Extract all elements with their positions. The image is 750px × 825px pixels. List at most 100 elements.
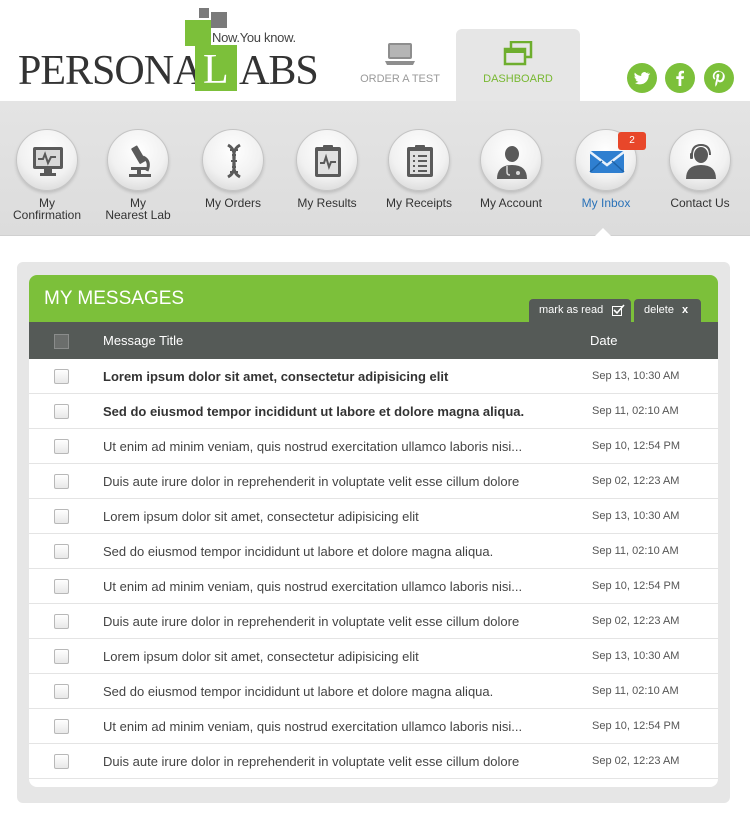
- nav-label-my-results: My Results: [297, 196, 357, 210]
- messages-title: MY MESSAGES: [44, 288, 185, 309]
- inbox-count-badge: 2: [618, 132, 646, 150]
- header: Now.You know. PERSONA L ABS ORDER A TEST…: [0, 0, 750, 101]
- message-row[interactable]: Lorem ipsum dolor sit amet, consectetur …: [29, 359, 718, 394]
- logo-square-small: [199, 8, 209, 18]
- message-row[interactable]: Sed do eiusmod tempor incididunt ut labo…: [29, 394, 718, 429]
- message-title[interactable]: Sed do eiusmod tempor incididunt ut labo…: [103, 404, 524, 419]
- select-all-checkbox[interactable]: [54, 334, 69, 349]
- nav-item-my-receipts[interactable]: My Receipts: [374, 129, 464, 209]
- nav-label-my-inbox: My Inbox: [581, 196, 631, 210]
- nav-item-my-confirmation[interactable]: My Confirmation: [2, 129, 92, 221]
- message-checkbox[interactable]: [54, 509, 69, 524]
- logo-wordmark-part2: ABS: [239, 48, 319, 94]
- message-date: Sep 02, 12:23 AM: [592, 755, 680, 767]
- message-title[interactable]: Sed do eiusmod tempor incididunt ut labo…: [103, 544, 493, 559]
- message-date: Sep 13, 10:30 AM: [592, 510, 680, 522]
- message-title[interactable]: Ut enim ad minim veniam, quis nostrud ex…: [103, 579, 522, 594]
- message-row[interactable]: Duis aute irure dolor in reprehenderit i…: [29, 744, 718, 779]
- support-agent-icon: [669, 129, 731, 191]
- message-row[interactable]: Ut enim ad minim veniam, quis nostrud ex…: [29, 709, 718, 744]
- message-row[interactable]: Lorem ipsum dolor sit amet, consectetur …: [29, 639, 718, 674]
- message-title[interactable]: Lorem ipsum dolor sit amet, consectetur …: [103, 369, 448, 384]
- nav-item-contact-us[interactable]: Contact Us: [655, 129, 745, 209]
- message-checkbox[interactable]: [54, 614, 69, 629]
- message-checkbox[interactable]: [54, 719, 69, 734]
- close-icon: x: [681, 304, 689, 316]
- column-header-date: Date: [590, 333, 618, 348]
- nav-item-my-inbox[interactable]: 2 My Inbox: [561, 129, 651, 209]
- message-checkbox[interactable]: [54, 579, 69, 594]
- message-title[interactable]: Duis aute irure dolor in reprehenderit i…: [103, 474, 519, 489]
- nav-label-contact-us: Contact Us: [670, 196, 730, 210]
- nav-label-my-orders: My Orders: [204, 196, 261, 210]
- message-row[interactable]: Ut enim ad minim veniam, quis nostrud ex…: [29, 569, 718, 604]
- tab-order-a-test[interactable]: ORDER A TEST: [338, 29, 462, 101]
- message-date: Sep 11, 02:10 AM: [592, 405, 679, 417]
- envelope-icon: 2: [575, 129, 646, 191]
- message-row[interactable]: Ut enim ad minim veniam, quis nostrud ex…: [29, 429, 718, 464]
- message-title[interactable]: Lorem ipsum dolor sit amet, consectetur …: [103, 509, 419, 524]
- message-date: Sep 02, 12:23 AM: [592, 475, 680, 487]
- message-title[interactable]: Ut enim ad minim veniam, quis nostrud ex…: [103, 719, 522, 734]
- column-header-title: Message Title: [103, 333, 184, 348]
- message-checkbox[interactable]: [54, 439, 69, 454]
- message-row[interactable]: Duis aute irure dolor in reprehenderit i…: [29, 464, 718, 499]
- message-row[interactable]: Sed do eiusmod tempor incididunt ut labo…: [29, 674, 718, 709]
- message-date: Sep 10, 12:54 PM: [592, 440, 681, 452]
- message-date: Sep 11, 02:10 AM: [592, 685, 679, 697]
- tab-dashboard[interactable]: DASHBOARD: [456, 29, 580, 101]
- logo-l-letter: L: [203, 47, 229, 93]
- nav-item-my-orders[interactable]: My Orders: [188, 129, 278, 209]
- message-date: Sep 13, 10:30 AM: [592, 370, 680, 382]
- nav-item-my-account[interactable]: My Account: [466, 129, 556, 209]
- delete-label: delete: [644, 304, 674, 316]
- message-row[interactable]: Sed do eiusmod tempor incididunt ut labo…: [29, 534, 718, 569]
- pinterest-icon[interactable]: [704, 63, 734, 93]
- message-checkbox[interactable]: [54, 754, 69, 769]
- nav-item-my-results[interactable]: My Results: [282, 129, 372, 209]
- nav-item-my-nearest-lab[interactable]: My Nearest Lab: [93, 129, 183, 221]
- facebook-icon[interactable]: [665, 63, 695, 93]
- message-title[interactable]: Ut enim ad minim veniam, quis nostrud ex…: [103, 439, 522, 454]
- message-title[interactable]: Lorem ipsum dolor sit amet, consectetur …: [103, 649, 419, 664]
- delete-button[interactable]: delete x: [634, 299, 701, 322]
- nav-label-my-confirmation: My Confirmation: [12, 196, 82, 222]
- message-title[interactable]: Sed do eiusmod tempor incididunt ut labo…: [103, 684, 493, 699]
- mark-as-read-label: mark as read: [539, 304, 604, 316]
- message-checkbox[interactable]: [54, 649, 69, 664]
- monitor-icon: [16, 129, 78, 191]
- message-checkbox[interactable]: [54, 404, 69, 419]
- message-checkbox[interactable]: [54, 474, 69, 489]
- logo-l-box: L: [195, 45, 237, 93]
- messages-header: MY MESSAGES mark as read delete x: [29, 275, 718, 322]
- clipboard-chart-icon: [296, 129, 358, 191]
- message-date: Sep 11, 02:10 AM: [592, 545, 679, 557]
- nav-label-my-account: My Account: [479, 196, 543, 210]
- personalabs-logo[interactable]: Now.You know. PERSONA L ABS: [18, 6, 319, 96]
- message-date: Sep 10, 12:54 PM: [592, 720, 681, 732]
- mark-as-read-button[interactable]: mark as read: [529, 299, 631, 322]
- message-date: Sep 02, 12:23 AM: [592, 615, 680, 627]
- logo-wordmark-part1: PERSONA: [18, 48, 203, 94]
- twitter-icon[interactable]: [627, 63, 657, 93]
- message-checkbox[interactable]: [54, 684, 69, 699]
- logo-square-medium: [211, 12, 227, 28]
- message-row[interactable]: Lorem ipsum dolor sit amet, consectetur …: [29, 499, 718, 534]
- message-title[interactable]: Duis aute irure dolor in reprehenderit i…: [103, 754, 519, 769]
- message-checkbox[interactable]: [54, 369, 69, 384]
- messages-panel: MY MESSAGES mark as read delete x Message…: [29, 275, 718, 787]
- laptop-icon: [384, 41, 416, 67]
- checkbox-check-icon: [612, 304, 625, 316]
- logo-square-green: [185, 20, 211, 46]
- logo-tagline: Now.You know.: [212, 30, 296, 45]
- dna-icon: [202, 129, 264, 191]
- message-title[interactable]: Duis aute irure dolor in reprehenderit i…: [103, 614, 519, 629]
- checklist-icon: [388, 129, 450, 191]
- nav-label-my-receipts: My Receipts: [385, 196, 453, 210]
- messages-table-header: Message Title Date: [29, 322, 718, 359]
- message-date: Sep 13, 10:30 AM: [592, 650, 680, 662]
- message-row[interactable]: Duis aute irure dolor in reprehenderit i…: [29, 604, 718, 639]
- message-checkbox[interactable]: [54, 544, 69, 559]
- nav-label-my-nearest-lab: My Nearest Lab: [105, 196, 171, 222]
- main-nav: MyConfirmation MyNearest Lab My Orders: [0, 101, 750, 236]
